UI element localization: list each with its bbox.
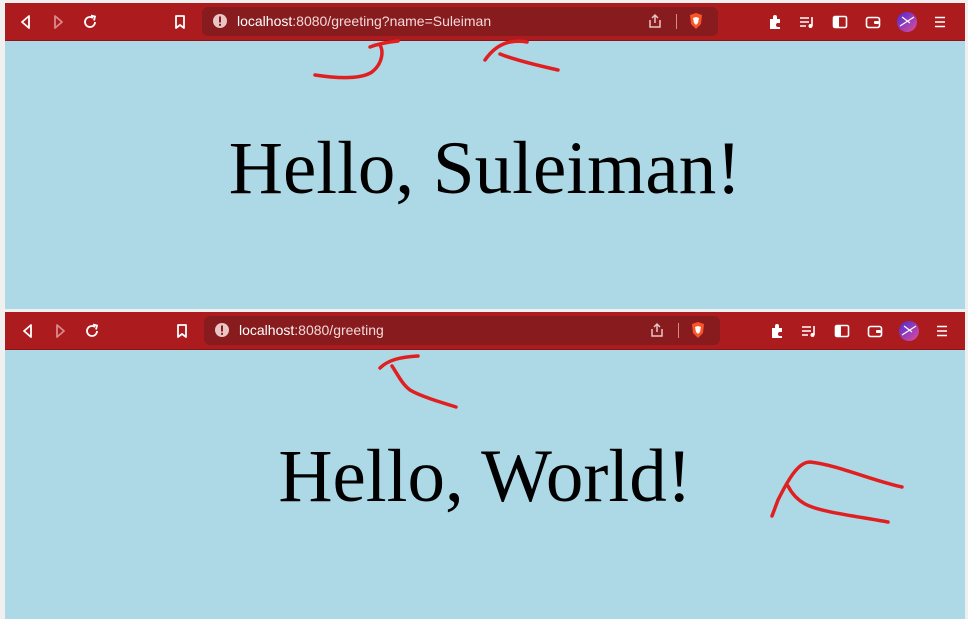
extensions-icon[interactable]: [765, 12, 785, 32]
profile-avatar[interactable]: [897, 12, 917, 32]
address-text[interactable]: localhost:8080/greeting?name=Suleiman: [237, 13, 491, 29]
share-icon[interactable]: [649, 322, 665, 338]
menu-icon[interactable]: [930, 12, 950, 32]
greeting-heading: Hello, Suleiman!: [228, 127, 742, 210]
bookmark-icon[interactable]: [172, 321, 192, 341]
forward-icon[interactable]: [50, 321, 70, 341]
address-bar[interactable]: localhost:8080/greeting?name=Suleiman: [202, 7, 718, 36]
forward-icon[interactable]: [48, 12, 68, 32]
playlist-icon[interactable]: [799, 321, 819, 341]
browser-window-bottom: localhost:8080/greeting Hello, World!: [5, 312, 965, 619]
share-icon[interactable]: [647, 13, 663, 29]
address-host: localhost: [237, 13, 293, 29]
brave-shield-icon[interactable]: [687, 12, 705, 30]
wallet-icon[interactable]: [863, 12, 883, 32]
profile-avatar[interactable]: [899, 321, 919, 341]
menu-icon[interactable]: [932, 321, 952, 341]
sidebar-icon[interactable]: [830, 12, 850, 32]
reload-icon[interactable]: [82, 321, 102, 341]
bookmark-icon[interactable]: [170, 12, 190, 32]
browser-toolbar: localhost:8080/greeting: [5, 312, 965, 350]
address-bar[interactable]: localhost:8080/greeting: [204, 316, 720, 345]
address-text[interactable]: localhost:8080/greeting: [239, 322, 384, 338]
greeting-heading: Hello, World!: [278, 435, 692, 518]
address-host: localhost: [239, 322, 295, 338]
playlist-icon[interactable]: [797, 12, 817, 32]
address-divider: [678, 323, 679, 338]
site-info-icon[interactable]: [214, 322, 230, 338]
back-icon[interactable]: [18, 321, 38, 341]
wallet-icon[interactable]: [865, 321, 885, 341]
extensions-icon[interactable]: [767, 321, 787, 341]
reload-icon[interactable]: [80, 12, 100, 32]
browser-toolbar: localhost:8080/greeting?name=Suleiman: [5, 3, 965, 41]
address-path: :8080/greeting?name=Suleiman: [292, 13, 492, 29]
browser-window-top: localhost:8080/greeting?name=Suleiman He…: [5, 3, 965, 309]
sidebar-icon[interactable]: [832, 321, 852, 341]
site-info-icon[interactable]: [212, 13, 228, 29]
back-icon[interactable]: [16, 12, 36, 32]
address-divider: [676, 14, 677, 29]
address-path: :8080/greeting: [294, 322, 384, 338]
brave-shield-icon[interactable]: [689, 321, 707, 339]
